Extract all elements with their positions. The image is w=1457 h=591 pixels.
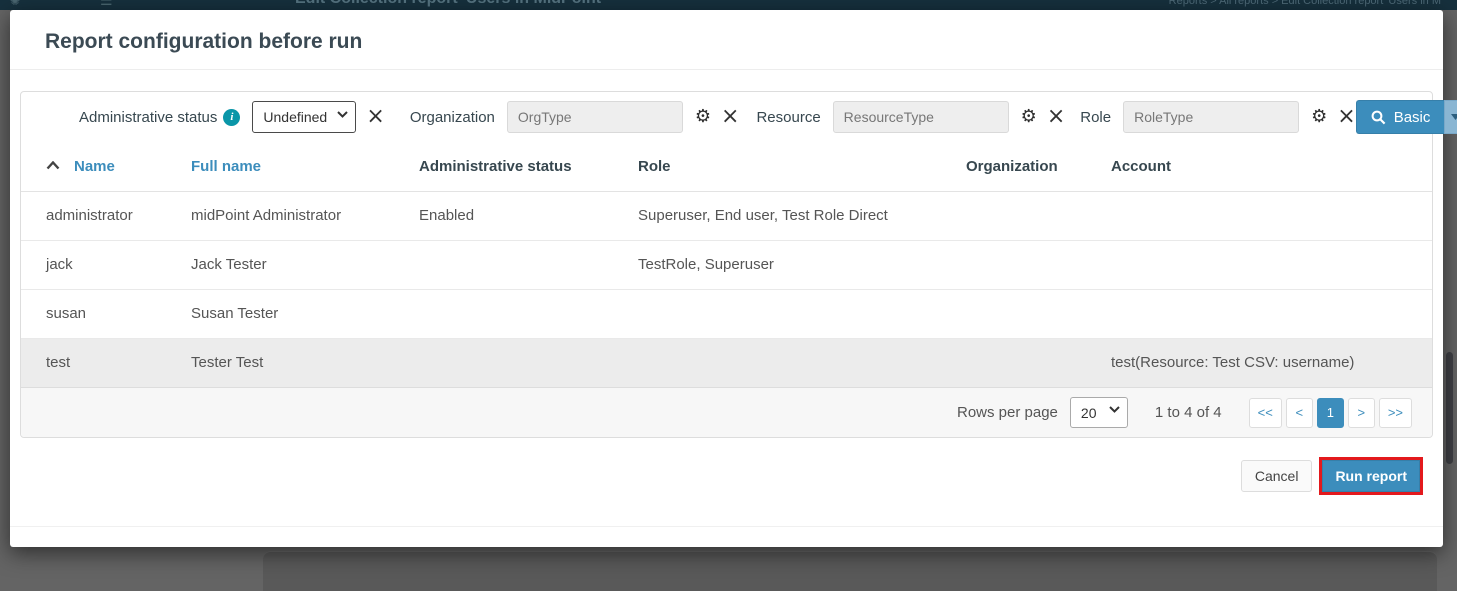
table-row-susan[interactable]: susan Susan Tester xyxy=(21,289,1432,339)
rows-per-page-select[interactable]: 20 xyxy=(1069,397,1128,428)
dialog-actions: Cancel Run report xyxy=(10,438,1443,495)
breadcrumb: Reports > All reports > Edit Collection … xyxy=(1168,0,1441,7)
cell-full-name: midPoint Administrator xyxy=(166,191,394,241)
cell-role xyxy=(613,338,941,387)
page-1-button[interactable]: 1 xyxy=(1316,397,1344,428)
filter-resource: Resource ⚙ × xyxy=(756,101,1065,133)
search-filter-bar: Administrative status i Undefined × Orga… xyxy=(21,92,1457,142)
pagination-count: 1 to 4 of 4 xyxy=(1154,404,1222,421)
run-report-button[interactable]: Run report xyxy=(1322,460,1420,492)
cancel-button[interactable]: Cancel xyxy=(1240,460,1313,492)
pagination-bar: Rows per page 20 1 to 4 of 4 << < 1 > >> xyxy=(21,387,1432,437)
role-input[interactable] xyxy=(1123,101,1300,133)
background-logo: ✺ xyxy=(10,0,21,8)
cell-account xyxy=(1086,240,1432,290)
filter-label: Role xyxy=(1080,108,1112,126)
remove-filter-icon[interactable]: × xyxy=(1047,106,1065,128)
cell-name: jack xyxy=(21,240,166,290)
cell-account xyxy=(1086,191,1432,241)
next-page-button[interactable]: > xyxy=(1347,397,1375,428)
last-page-button[interactable]: >> xyxy=(1378,397,1412,428)
cell-administrative-status xyxy=(394,240,613,290)
pager-buttons: << < 1 > >> xyxy=(1248,397,1412,428)
hamburger-icon: ☰ xyxy=(100,0,113,8)
first-page-button[interactable]: << xyxy=(1248,397,1282,428)
background-panel-edge xyxy=(263,551,1437,591)
filter-label: Administrative status xyxy=(79,108,218,126)
dialog-footer xyxy=(10,526,1443,547)
column-header-administrative-status: Administrative status xyxy=(394,142,613,192)
cell-full-name: Jack Tester xyxy=(166,240,394,290)
gear-icon[interactable]: ⚙ xyxy=(1021,108,1037,126)
info-icon[interactable]: i xyxy=(223,108,241,126)
cell-full-name: Tester Test xyxy=(166,338,394,387)
remove-filter-icon[interactable]: × xyxy=(1337,106,1355,128)
column-header-role: Role xyxy=(613,142,941,192)
table-row-test[interactable]: test Tester Test test(Resource: Test CSV… xyxy=(21,338,1432,387)
cell-administrative-status xyxy=(394,289,613,339)
organization-input[interactable] xyxy=(506,101,683,133)
table-row-jack[interactable]: jack Jack Tester TestRole, Superuser xyxy=(21,240,1432,290)
cell-administrative-status xyxy=(394,338,613,387)
background-scrollbar xyxy=(1446,352,1453,464)
basic-search-button[interactable]: Basic xyxy=(1355,100,1445,134)
filter-label: Resource xyxy=(756,108,821,126)
report-configuration-dialog: Report configuration before run Administ… xyxy=(10,10,1457,547)
remove-filter-icon[interactable]: × xyxy=(366,106,384,128)
filter-role: Role ⚙ × xyxy=(1080,101,1356,133)
cell-role: TestRole, Superuser xyxy=(613,240,941,290)
sort-ascending-icon[interactable] xyxy=(46,160,60,170)
column-header-organization: Organization xyxy=(941,142,1086,192)
cell-role: Superuser, End user, Test Role Direct xyxy=(613,191,941,241)
cell-account xyxy=(1086,289,1432,339)
chevron-down-icon xyxy=(1451,114,1457,120)
column-header-account: Account xyxy=(1086,142,1432,192)
dialog-title: Report configuration before run xyxy=(45,30,363,53)
search-mode-dropdown[interactable] xyxy=(1444,100,1457,134)
resource-input[interactable] xyxy=(832,101,1009,133)
cell-name: test xyxy=(21,338,166,387)
rows-per-page-label: Rows per page xyxy=(957,404,1058,421)
background-page-header: ✺ ☰ Edit Collection report 'Users in Mid… xyxy=(0,0,1457,10)
search-results-card: Administrative status i Undefined × Orga… xyxy=(20,91,1457,438)
background-page-title: Edit Collection report 'Users in MidPoin… xyxy=(295,0,605,8)
cell-name: administrator xyxy=(21,191,166,241)
administrative-status-select[interactable]: Undefined xyxy=(252,101,357,133)
dialog-header: Report configuration before run xyxy=(10,10,1443,70)
gear-icon[interactable]: ⚙ xyxy=(695,108,711,126)
remove-filter-icon[interactable]: × xyxy=(721,106,739,128)
gear-icon[interactable]: ⚙ xyxy=(1311,108,1327,126)
cell-organization xyxy=(941,289,1086,339)
table-header-row: Name Full name Administrative status Rol… xyxy=(21,142,1432,192)
search-icon xyxy=(1371,110,1386,124)
highlight-annotation: Run report xyxy=(1319,457,1423,495)
cell-full-name: Susan Tester xyxy=(166,289,394,339)
cell-role xyxy=(613,289,941,339)
cell-account: test(Resource: Test CSV: username) xyxy=(1086,338,1432,387)
cell-name: susan xyxy=(21,289,166,339)
column-header-full-name[interactable]: Full name xyxy=(166,142,394,192)
filter-label: Organization xyxy=(409,108,495,126)
cell-administrative-status: Enabled xyxy=(394,191,613,241)
table-row-administrator[interactable]: administrator midPoint Administrator Ena… xyxy=(21,191,1432,241)
users-table: Name Full name Administrative status Rol… xyxy=(21,142,1432,387)
cell-organization xyxy=(941,338,1086,387)
basic-search-label: Basic xyxy=(1393,108,1431,126)
search-button-group: Basic xyxy=(1355,100,1457,134)
column-header-name[interactable]: Name xyxy=(21,142,166,192)
filter-organization: Organization ⚙ × xyxy=(409,101,739,133)
previous-page-button[interactable]: < xyxy=(1285,397,1313,428)
cell-organization xyxy=(941,240,1086,290)
cell-organization xyxy=(941,191,1086,241)
filter-administrative-status: Administrative status i Undefined × xyxy=(79,101,385,133)
